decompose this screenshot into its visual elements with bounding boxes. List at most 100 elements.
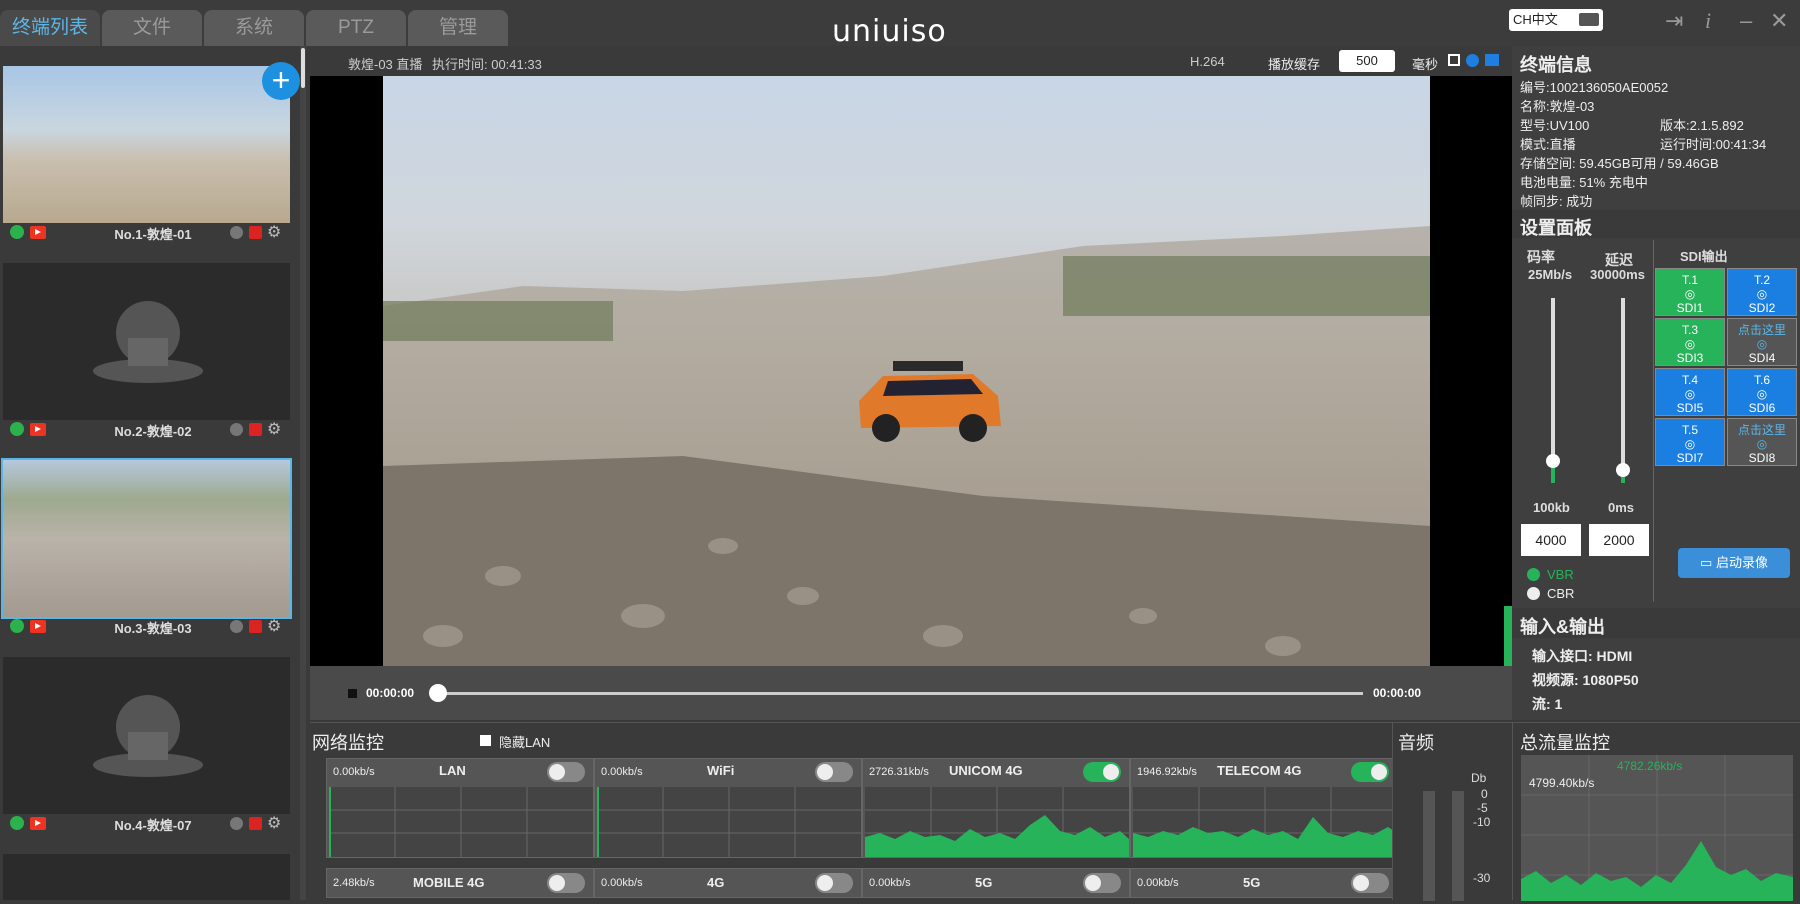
signal-icon[interactable] (249, 423, 262, 436)
delay-max: 30000ms (1590, 267, 1645, 282)
play-icon[interactable] (30, 817, 46, 830)
play-icon[interactable] (30, 620, 46, 633)
info-icon[interactable]: i (1705, 8, 1711, 34)
link-toggle[interactable] (1083, 873, 1121, 893)
terminal-thumbnail-4[interactable] (3, 657, 290, 814)
play-icon[interactable] (30, 423, 46, 436)
phone-icon[interactable] (10, 816, 24, 830)
sdi-output-icon: ◎ (1756, 387, 1768, 401)
network-link-lan: 0.00kb/s LAN (326, 758, 594, 858)
tab-system[interactable]: 系统 (204, 10, 304, 46)
sdi-button-1[interactable]: T.1 ◎ SDI1 (1655, 268, 1725, 316)
phone-icon[interactable] (10, 225, 24, 239)
terminal-info-title: 终端信息 (1520, 55, 1592, 75)
close-icon[interactable]: ✕ (1770, 8, 1788, 34)
buffer-input[interactable]: 500 (1339, 50, 1395, 72)
sdi-bottom-label: SDI6 (1748, 401, 1776, 415)
delay-min: 0ms (1608, 500, 1635, 515)
link-toggle[interactable] (815, 873, 853, 893)
sdi-output-icon: ◎ (1684, 387, 1696, 401)
info-circle-icon[interactable] (1466, 54, 1479, 67)
terminal-version: 版本:2.1.5.892 (1660, 118, 1744, 133)
vbr-radio[interactable] (1527, 568, 1540, 581)
terminal-storage: 存储空间: 59.45GB可用 / 59.46GB (1520, 156, 1719, 171)
time-start: 00:00:00 (366, 686, 415, 700)
stop-icon[interactable] (348, 689, 357, 698)
tab-terminal-list[interactable]: 终端列表 (0, 10, 100, 46)
traffic-peak: 4782.26kb/s (1617, 759, 1683, 773)
signal-icon[interactable] (249, 620, 262, 633)
tab-files[interactable]: 文件 (102, 10, 202, 46)
sdi-button-4[interactable]: 点击这里 ◎ SDI4 (1727, 318, 1797, 366)
gear-icon[interactable]: ⚙ (267, 419, 281, 439)
record-icon[interactable] (230, 620, 243, 633)
io-source: 视频源: 1080P50 (1532, 672, 1639, 688)
buffer-unit: 毫秒 (1412, 57, 1439, 72)
hide-lan-checkbox[interactable] (480, 735, 491, 746)
delay-slider-track[interactable] (1621, 298, 1625, 483)
terminal-thumbnail-3[interactable] (1, 458, 292, 619)
terminal-battery: 电池电量: 51% 充电中 (1520, 175, 1648, 190)
gear-icon[interactable]: ⚙ (267, 616, 281, 636)
add-terminal-button[interactable]: + (262, 62, 300, 100)
play-icon[interactable] (30, 226, 46, 239)
signal-icon[interactable] (249, 226, 262, 239)
sdi-button-6[interactable]: T.6 ◎ SDI6 (1727, 368, 1797, 416)
tab-manage[interactable]: 管理 (408, 10, 508, 46)
timeline-track[interactable] (438, 692, 1363, 695)
video-scene (383, 226, 1430, 666)
sdi-button-8[interactable]: 点击这里 ◎ SDI8 (1727, 418, 1797, 466)
terminal-thumbnail-5[interactable] (3, 854, 290, 900)
terminal-id: 编号:1002136050AE0052 (1520, 80, 1669, 95)
minimize-icon[interactable]: – (1740, 8, 1752, 34)
sdi-button-5[interactable]: T.4 ◎ SDI5 (1655, 368, 1725, 416)
terminal-thumbnail-1[interactable] (3, 66, 290, 223)
bitrate-input[interactable]: 4000 (1521, 524, 1581, 556)
language-select[interactable]: CH中文 (1509, 9, 1603, 31)
terminal-sync: 帧同步: 成功 (1520, 194, 1593, 209)
gear-icon[interactable]: ⚙ (267, 813, 281, 833)
sdi-top-label: T.4 (1681, 373, 1698, 387)
audio-title: 音频 (1398, 733, 1434, 753)
terminal-name: 名称:敦煌-03 (1520, 99, 1595, 114)
signal-icon[interactable] (249, 817, 262, 830)
logout-icon[interactable]: ⇥ (1665, 8, 1683, 34)
link-toggle[interactable] (1351, 762, 1389, 782)
delay-slider-knob[interactable] (1616, 463, 1630, 477)
link-toggle[interactable] (547, 873, 585, 893)
link-toggle[interactable] (1083, 762, 1121, 782)
sdi-button-2[interactable]: T.2 ◎ SDI2 (1727, 268, 1797, 316)
terminal-thumbnail-2[interactable] (3, 263, 290, 420)
timeline-knob[interactable] (429, 684, 447, 702)
list-scrollbar[interactable] (300, 46, 306, 900)
sdi-button-3[interactable]: T.3 ◎ SDI3 (1655, 318, 1725, 366)
audio-meter-right (1452, 791, 1464, 901)
link-toggle[interactable] (547, 762, 585, 782)
bitrate-slider-knob[interactable] (1546, 454, 1560, 468)
tab-ptz[interactable]: PTZ (306, 10, 406, 46)
sdi-top-label: T.5 (1681, 423, 1698, 437)
cbr-radio[interactable] (1527, 587, 1540, 600)
delay-input[interactable]: 2000 (1589, 524, 1649, 556)
network-link-5g-a: 0.00kb/s 5G (862, 868, 1130, 898)
record-icon[interactable] (230, 226, 243, 239)
phone-icon[interactable] (10, 422, 24, 436)
terminal-label: No.3-敦煌-03 (114, 621, 192, 636)
grid-icon[interactable] (1448, 54, 1460, 66)
phone-icon[interactable] (10, 619, 24, 633)
terminal-model: 型号:UV100 (1520, 118, 1590, 133)
network-link-mobile-4g: 2.48kb/s MOBILE 4G (326, 868, 594, 898)
start-recording-label: 启动录像 (1715, 555, 1768, 570)
level-indicator (1504, 606, 1512, 666)
scrollbar-thumb[interactable] (301, 48, 305, 88)
link-toggle[interactable] (815, 762, 853, 782)
sdi-button-7[interactable]: T.5 ◎ SDI7 (1655, 418, 1725, 466)
link-rate: 0.00kb/s (1137, 877, 1179, 889)
record-icon[interactable] (230, 423, 243, 436)
no-video-icon (93, 301, 203, 383)
gear-icon[interactable]: ⚙ (267, 222, 281, 242)
start-recording-button[interactable]: ▭ 启动录像 (1678, 548, 1790, 578)
flag-icon[interactable] (1485, 54, 1499, 66)
record-icon[interactable] (230, 817, 243, 830)
link-toggle[interactable] (1351, 873, 1389, 893)
